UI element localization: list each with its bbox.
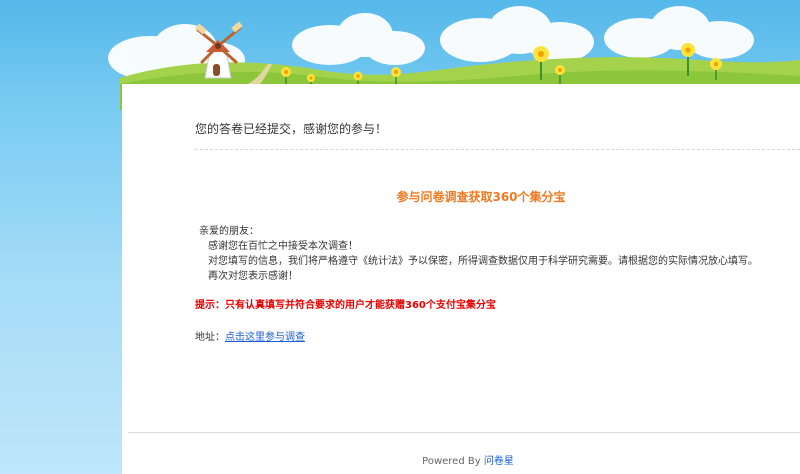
- survey-address: 地址：点击这里参与调查: [195, 328, 305, 343]
- survey-link[interactable]: 点击这里参与调查: [225, 332, 305, 343]
- brand-link[interactable]: 问卷星: [484, 456, 514, 467]
- content-panel: 您的答卷已经提交，感谢您的参与！ 参与问卷调查获取360个集分宝 亲爱的朋友： …: [122, 84, 800, 474]
- cloud-group-right: [440, 6, 754, 62]
- letter-line-thanks: 感谢您在百忙之中接受本次调查！: [208, 241, 358, 252]
- powered-by-label: Powered By: [422, 456, 481, 467]
- letter-greeting: 亲爱的朋友：: [199, 226, 259, 237]
- invitation-letter: 亲爱的朋友： 感谢您在百忙之中接受本次调查！ 对您填写的信息，我们将严格遵守《统…: [199, 224, 758, 284]
- promo-title: 参与问卷调查获取360个集分宝: [396, 190, 566, 204]
- address-label: 地址：: [195, 332, 225, 343]
- letter-line-closing: 再次对您表示感谢！: [208, 271, 298, 282]
- footer-divider: [128, 432, 800, 433]
- letter-line-privacy: 对您填写的信息，我们将严格遵守《统计法》予以保密，所得调查数据仅用于科学研究需要…: [208, 256, 758, 267]
- reward-notice: 提示：只有认真填写并符合要求的用户才能获赠360个支付宝集分宝: [195, 300, 496, 311]
- footer-powered-by: Powered By 问卷星: [122, 452, 800, 467]
- dashed-divider: [195, 149, 800, 150]
- submission-confirmation: 您的答卷已经提交，感谢您的参与！: [195, 122, 388, 136]
- cloud-group-mid: [292, 13, 425, 65]
